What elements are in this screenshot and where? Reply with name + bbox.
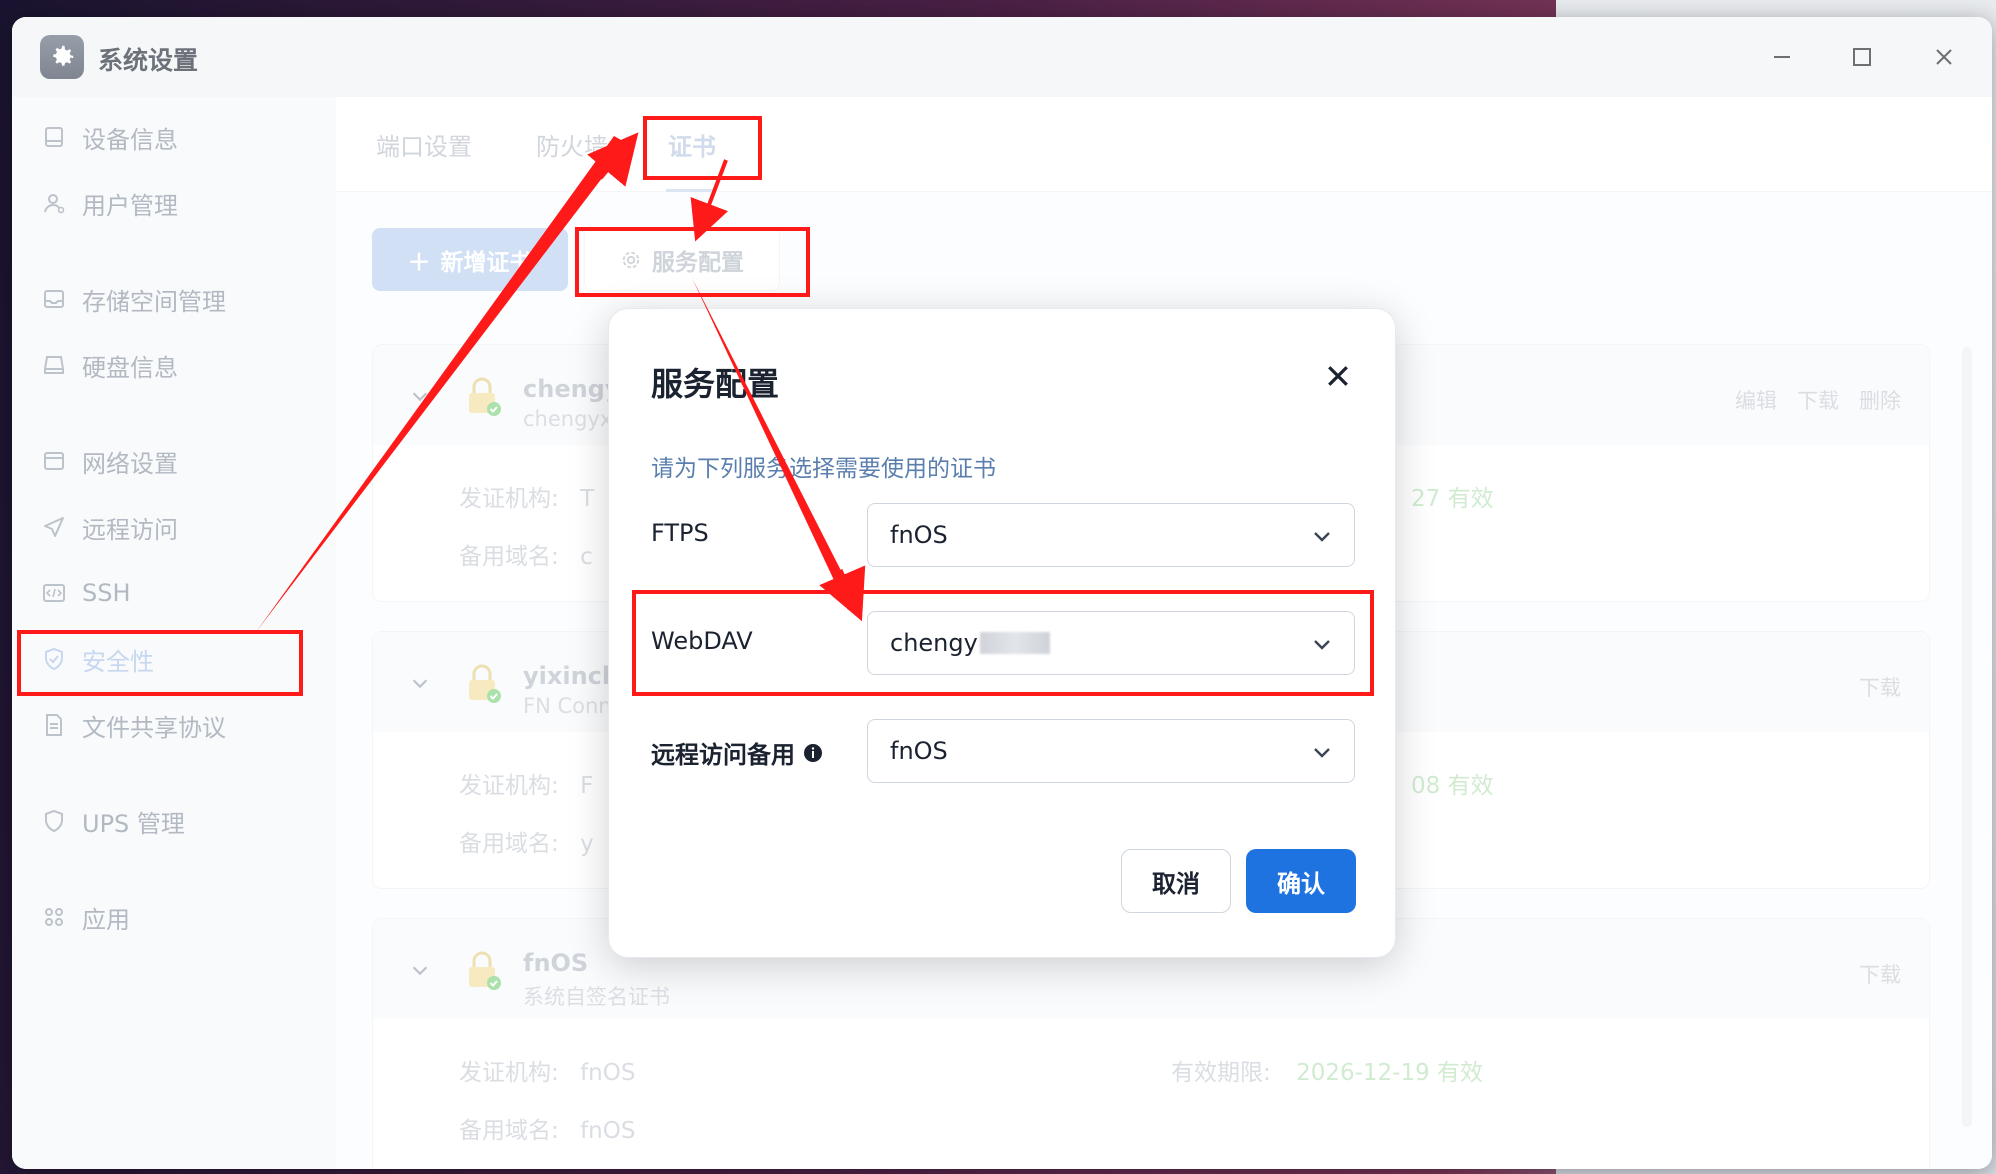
chevron-down-icon <box>1314 640 1330 650</box>
ftps-select[interactable]: fnOS <box>867 503 1355 567</box>
chevron-down-icon <box>1314 532 1330 542</box>
remote-access-backup-label: 远程访问备用 <box>651 735 823 770</box>
select-value: fnOS <box>890 737 948 765</box>
cancel-button[interactable]: 取消 <box>1121 849 1231 913</box>
webdav-label: WebDAV <box>651 627 753 655</box>
remote-access-backup-select[interactable]: fnOS <box>867 719 1355 783</box>
confirm-button[interactable]: 确认 <box>1246 849 1356 913</box>
dialog-hint: 请为下列服务选择需要使用的证书 <box>651 456 996 482</box>
chevron-down-icon <box>1314 748 1330 758</box>
dialog-title: 服务配置 <box>651 365 780 403</box>
select-value: fnOS <box>890 521 948 549</box>
webdav-select[interactable]: chengy <box>867 611 1355 675</box>
field-label-text: FTPS <box>651 519 709 547</box>
field-label-text: 远程访问备用 <box>651 741 795 769</box>
select-value: chengy <box>890 629 978 657</box>
field-label-text: WebDAV <box>651 627 753 655</box>
ftps-label: FTPS <box>651 519 709 547</box>
close-icon[interactable] <box>1323 361 1353 391</box>
service-config-dialog: 服务配置 请为下列服务选择需要使用的证书 FTPS fnOS WebDAV ch… <box>608 308 1396 958</box>
info-icon <box>804 743 822 762</box>
redacted-text <box>979 632 1050 654</box>
